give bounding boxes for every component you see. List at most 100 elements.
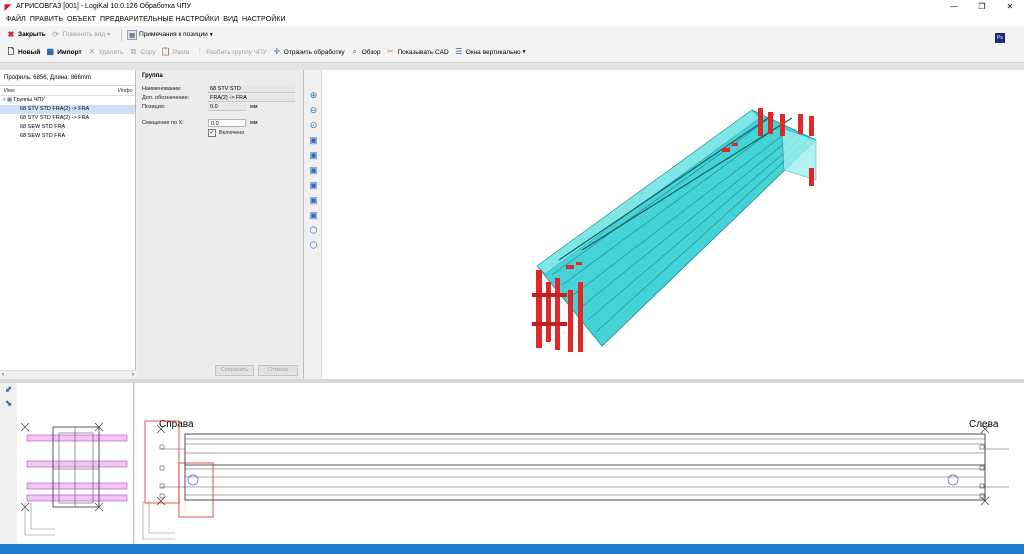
minimize-icon[interactable]: —: [940, 0, 968, 13]
cad-drawing-view[interactable]: Справа Слева: [135, 383, 1024, 544]
copy-button[interactable]: ⧉ Copy: [129, 47, 156, 57]
bottom-tools-strip: ⬋ ⬊: [0, 383, 17, 544]
profile-info: Профиль: 6856, Длина: 866mm: [0, 70, 135, 86]
zoom-in-icon[interactable]: ⊕: [308, 90, 319, 101]
extra-label: Доп. обозначение:: [142, 95, 190, 101]
menu-settings[interactable]: НАСТРОЙКИ: [242, 16, 286, 23]
delete-icon: ✕: [88, 47, 96, 56]
view-top-icon[interactable]: ▣: [308, 195, 319, 206]
position-notes-button[interactable]: ▤ Примечания к позиции ▼: [127, 29, 214, 40]
scroll-left-icon[interactable]: ‹: [2, 371, 4, 379]
toolbar-primary: ✖ Закрыть ⟳ Поменять вид ▼ ▤ Примечания …: [0, 26, 1024, 43]
enabled-checkbox[interactable]: ✓: [208, 129, 216, 137]
cancel-button[interactable]: Отмена: [258, 365, 298, 376]
tree-item[interactable]: 68 SEW STD FRA: [0, 132, 135, 141]
windows-vertical-button[interactable]: ☰ Окна вертикально ▼: [454, 47, 527, 57]
app-logo-icon: ◤: [4, 1, 12, 12]
overview-label: Обзор: [361, 48, 381, 56]
enabled-label: Включено: [219, 130, 245, 136]
mirror-button[interactable]: ✛ Отразить обработку: [272, 47, 345, 57]
chevron-down-icon: ▼: [208, 31, 214, 38]
delete-button[interactable]: ✕ Удалить: [87, 47, 124, 57]
view-right-icon[interactable]: ▣: [308, 180, 319, 191]
import-icon: ▦: [46, 47, 54, 56]
arrow-up-icon[interactable]: ⬋: [3, 384, 14, 395]
new-button[interactable]: 🗋 Новый: [6, 47, 40, 57]
cnc-groups-panel: Профиль: 6856, Длина: 866mm Имя Инфо ▿ ▦…: [0, 70, 136, 379]
menu-edit[interactable]: ПРАВИТЬ: [30, 16, 63, 23]
view-bottom-icon[interactable]: ▣: [308, 210, 319, 221]
menu-presettings[interactable]: ПРЕДВАРИТЕЛЬНЫЕ НАСТРОЙКИ: [100, 16, 219, 23]
photoshop-icon[interactable]: Ps: [995, 33, 1005, 43]
view-perspective-icon[interactable]: ⬡: [308, 240, 319, 251]
3d-view[interactable]: [322, 70, 1024, 379]
close-button[interactable]: ✖ Закрыть: [6, 30, 46, 40]
name-field: 68 STV STD: [208, 85, 295, 93]
show-cad-label: Показывать CAD: [397, 48, 449, 56]
collapse-icon[interactable]: ▿: [3, 97, 6, 103]
view-left-icon[interactable]: ▣: [308, 165, 319, 176]
copy-icon: ⧉: [130, 47, 137, 56]
close-icon[interactable]: ✕: [996, 0, 1024, 13]
name-label: Наименование:: [142, 86, 182, 92]
menu-view[interactable]: ВИД: [223, 16, 238, 23]
offset-unit: мм: [250, 120, 258, 126]
change-view-label: Поменять вид: [62, 31, 106, 38]
tree-item[interactable]: 68 STV STD FRA(2) -> FRA: [0, 114, 135, 123]
mirror-label: Отразить обработку: [283, 48, 345, 56]
offset-x-input[interactable]: 0.0: [208, 119, 246, 127]
tree-item[interactable]: 68 SEW STD FRA: [0, 123, 135, 132]
window-controls: — ❐ ✕: [940, 0, 1024, 13]
view-back-icon[interactable]: ▣: [308, 150, 319, 161]
save-button[interactable]: Сохранить: [215, 365, 254, 376]
menu-bar: ФАЙЛ ПРАВИТЬ ОБЪЕКТ ПРЕДВАРИТЕЛЬНЫЕ НАСТ…: [0, 13, 1024, 26]
3d-profile-render: [532, 108, 817, 352]
window-title: АГРИСОВГАЗ [001] - LogiKal 10.0.126 Обра…: [16, 3, 191, 10]
import-button[interactable]: ▦ Импорт: [45, 47, 81, 57]
props-title: Группа: [142, 73, 163, 79]
refresh-icon: ⟳: [52, 29, 59, 39]
new-label: Новый: [18, 48, 41, 56]
folder-icon: ▦: [7, 97, 13, 103]
position-notes-label: Примечания к позиции: [139, 31, 208, 38]
menu-object[interactable]: ОБЪЕКТ: [67, 16, 96, 23]
paste-button[interactable]: 📋 Paste: [161, 47, 190, 57]
import-label: Импорт: [57, 48, 82, 56]
arrow-down-icon[interactable]: ⬊: [3, 398, 14, 409]
windows-vertical-label: Окна вертикально: [465, 48, 521, 56]
chevron-down-icon: ▼: [521, 49, 527, 55]
view-iso-icon[interactable]: ⬡: [308, 225, 319, 236]
split-icon: ⫶: [198, 47, 201, 56]
split-group-label: Разбить группу ЧПУ: [206, 48, 267, 56]
tree-root[interactable]: ▿ ▦ Группы ЧПУ: [0, 96, 135, 105]
split-group-button[interactable]: ⫶ Разбить группу ЧПУ: [194, 47, 266, 57]
title-bar: ◤ АГРИСОВГАЗ [001] - LogiKal 10.0.126 Об…: [0, 0, 1024, 13]
section-drawing: [20, 422, 128, 536]
delete-label: Удалить: [98, 48, 124, 56]
zoom-out-icon[interactable]: ⊖: [308, 105, 319, 116]
notes-icon: ▤: [127, 29, 138, 40]
overview-button[interactable]: ⌕ Обзор: [350, 47, 381, 57]
chevron-down-icon: ▼: [106, 31, 112, 38]
toolbar-separator: [121, 28, 123, 41]
change-view-button[interactable]: ⟳ Поменять вид ▼: [51, 30, 111, 40]
scroll-right-icon[interactable]: ›: [132, 371, 134, 379]
offset-label: Смещение по X:: [142, 120, 184, 126]
column-name[interactable]: Имя: [0, 86, 118, 95]
tree-item[interactable]: 68 STV STD FRA(2) -> FRA: [0, 105, 135, 114]
view-front-icon[interactable]: ▣: [308, 135, 319, 146]
show-cad-button[interactable]: ✂ Показывать CAD: [385, 47, 449, 57]
tree-header: Имя Инфо: [0, 86, 135, 96]
position-unit: мм: [250, 104, 258, 110]
paste-icon: 📋: [160, 47, 171, 56]
toolbar-divider: [0, 62, 1024, 70]
menu-file[interactable]: ФАЙЛ: [6, 16, 26, 23]
view-tools-strip: ⊕ ⊖ ⊙ ▣ ▣ ▣ ▣ ▣ ▣ ⬡ ⬡: [305, 70, 322, 379]
close-x-icon: ✖: [7, 29, 15, 39]
status-bar: [0, 544, 1024, 554]
column-info[interactable]: Инфо: [118, 86, 133, 95]
maximize-icon[interactable]: ❐: [968, 0, 996, 13]
position-label: Позиция:: [142, 104, 166, 110]
horizontal-scrollbar[interactable]: ‹ ›: [0, 370, 136, 379]
zoom-fit-icon[interactable]: ⊙: [308, 120, 319, 131]
